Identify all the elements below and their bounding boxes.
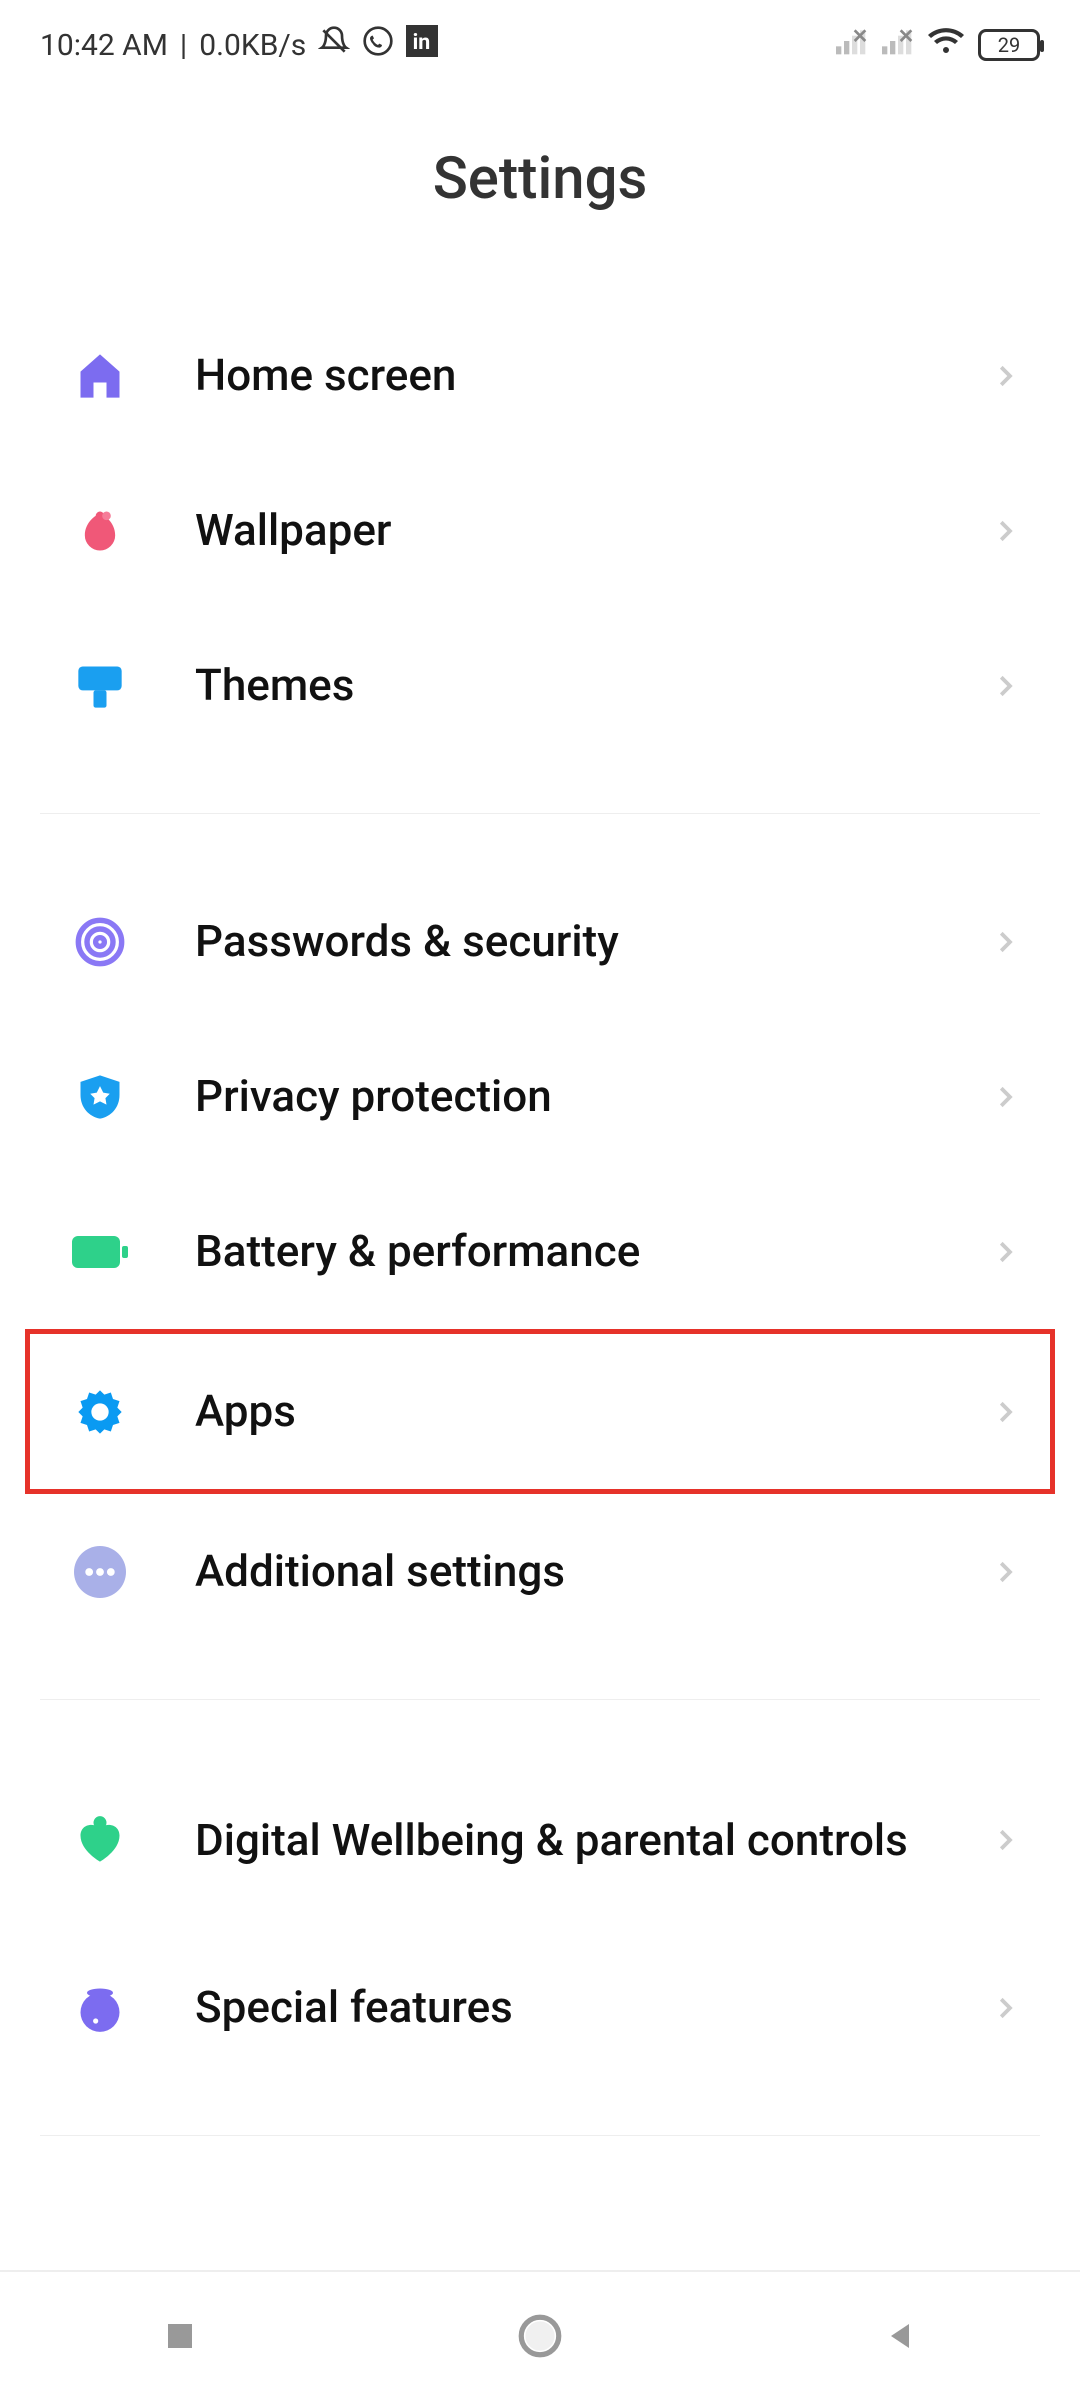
home-icon: [70, 346, 130, 406]
settings-item-label: Wallpaper: [195, 504, 990, 557]
settings-item-additional-settings[interactable]: Additional settings: [40, 1494, 1040, 1649]
highlight-box-apps: Apps: [25, 1329, 1055, 1494]
settings-group-2: Passwords & security Privacy protection …: [0, 864, 1080, 1649]
group-divider: [40, 813, 1040, 814]
settings-item-wallpaper[interactable]: Wallpaper: [40, 453, 1040, 608]
settings-item-special-features[interactable]: Special features: [40, 1930, 1040, 2085]
chevron-right-icon: [990, 1397, 1020, 1427]
settings-item-passwords-security[interactable]: Passwords & security: [40, 864, 1040, 1019]
shield-icon: [70, 1067, 130, 1127]
settings-item-apps[interactable]: Apps: [40, 1334, 1040, 1489]
wifi-icon: [928, 26, 964, 64]
heart-icon: [70, 1810, 130, 1870]
settings-item-label: Passwords & security: [195, 915, 990, 968]
battery-indicator: 29: [978, 29, 1040, 61]
settings-group-3: Digital Wellbeing & parental controls Sp…: [0, 1750, 1080, 2085]
chevron-right-icon: [990, 1557, 1020, 1587]
nav-home-button[interactable]: [510, 2306, 570, 2366]
chevron-right-icon: [990, 1993, 1020, 2023]
battery-level: 29: [998, 33, 1020, 57]
battery-icon: [70, 1222, 130, 1282]
settings-item-themes[interactable]: Themes: [40, 608, 1040, 763]
wallpaper-icon: [70, 501, 130, 561]
status-right: 29: [836, 26, 1040, 64]
settings-item-label: Apps: [195, 1385, 990, 1438]
chevron-right-icon: [990, 516, 1020, 546]
settings-item-label: Digital Wellbeing & parental controls: [195, 1814, 990, 1867]
chevron-right-icon: [990, 361, 1020, 391]
themes-icon: [70, 656, 130, 716]
settings-item-digital-wellbeing[interactable]: Digital Wellbeing & parental controls: [40, 1750, 1040, 1930]
chevron-right-icon: [990, 1825, 1020, 1855]
settings-item-privacy-protection[interactable]: Privacy protection: [40, 1019, 1040, 1174]
settings-item-label: Special features: [195, 1981, 990, 2034]
status-bar: 10:42 AM | 0.0KB/s in 29: [0, 0, 1080, 90]
status-netspeed: 0.0KB/s: [199, 28, 306, 63]
group-divider: [40, 2135, 1040, 2136]
signal-2-icon: [882, 27, 914, 63]
status-left: 10:42 AM | 0.0KB/s in: [40, 25, 438, 65]
chevron-right-icon: [990, 1082, 1020, 1112]
navigation-bar: [0, 2270, 1080, 2400]
settings-item-label: Additional settings: [195, 1545, 990, 1598]
settings-item-label: Battery & performance: [195, 1225, 990, 1278]
more-circle-icon: [70, 1542, 130, 1602]
svg-text:in: in: [413, 30, 431, 55]
settings-item-label: Privacy protection: [195, 1070, 990, 1123]
settings-item-label: Themes: [195, 659, 990, 712]
settings-item-battery-performance[interactable]: Battery & performance: [40, 1174, 1040, 1329]
settings-item-home-screen[interactable]: Home screen: [40, 298, 1040, 453]
status-sep: |: [180, 28, 187, 63]
settings-item-label: Home screen: [195, 349, 990, 402]
apps-gear-icon: [70, 1382, 130, 1442]
nav-recent-button[interactable]: [150, 2306, 210, 2366]
group-divider: [40, 1699, 1040, 1700]
nav-back-button[interactable]: [870, 2306, 930, 2366]
status-time: 10:42 AM: [40, 28, 168, 63]
dnd-icon: [318, 25, 350, 65]
chevron-right-icon: [990, 1237, 1020, 1267]
whatsapp-icon: [362, 25, 394, 65]
settings-group-1: Home screen Wallpaper Themes: [0, 298, 1080, 763]
linkedin-icon: in: [406, 25, 438, 65]
signal-1-icon: [836, 27, 868, 63]
chevron-right-icon: [990, 927, 1020, 957]
chevron-right-icon: [990, 671, 1020, 701]
flask-icon: [70, 1978, 130, 2038]
page-title: Settings: [0, 145, 1080, 213]
fingerprint-icon: [70, 912, 130, 972]
